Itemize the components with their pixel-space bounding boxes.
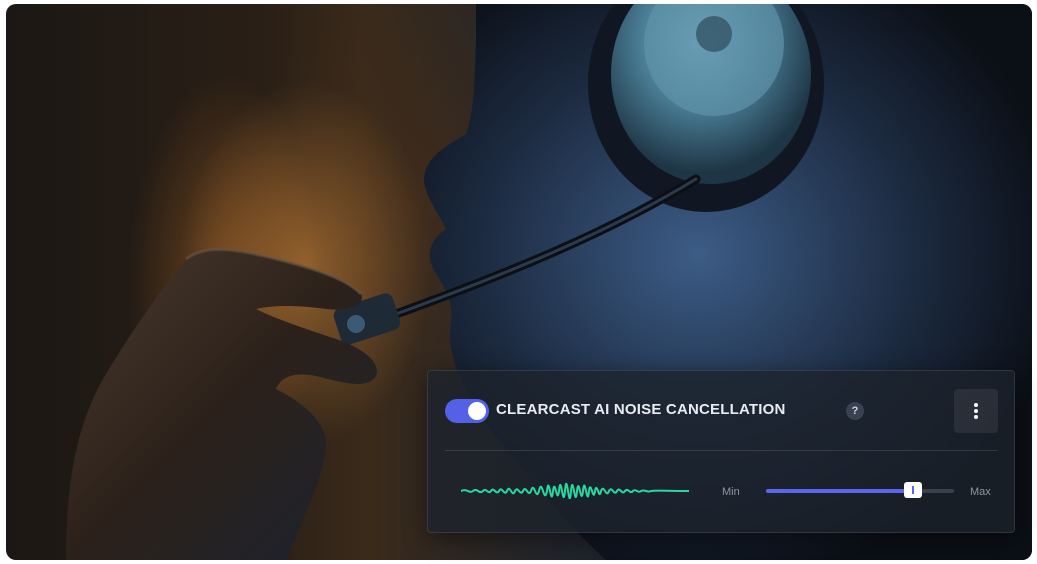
toggle-knob	[468, 402, 486, 420]
more-options-button[interactable]	[954, 389, 998, 433]
slider-max-label: Max	[970, 486, 991, 498]
audio-waveform-icon	[461, 482, 689, 500]
noise-cancellation-toggle[interactable]	[445, 399, 489, 423]
noise-cancellation-panel: CLEARCAST AI NOISE CANCELLATION ? Min Ma…	[427, 370, 1015, 533]
slider-min-label: Min	[722, 486, 740, 498]
help-icon[interactable]: ?	[846, 402, 864, 420]
slider-fill	[766, 489, 913, 493]
panel-title: CLEARCAST AI NOISE CANCELLATION	[496, 401, 786, 418]
panel-divider	[445, 450, 997, 451]
slider-thumb[interactable]	[903, 482, 922, 498]
noise-level-slider[interactable]	[766, 489, 954, 493]
